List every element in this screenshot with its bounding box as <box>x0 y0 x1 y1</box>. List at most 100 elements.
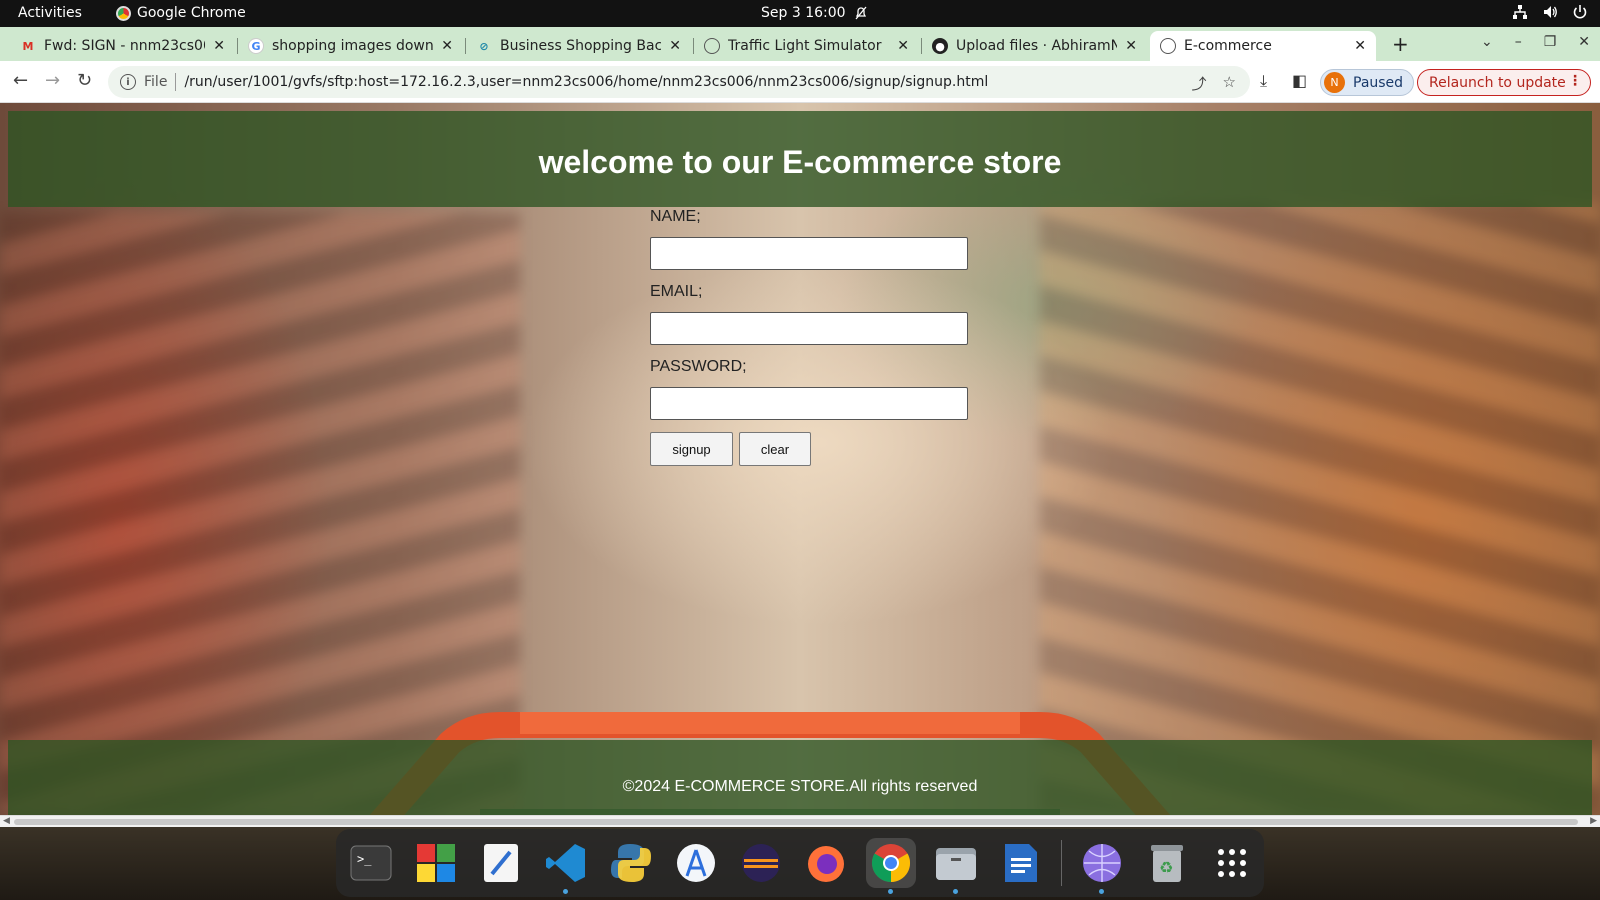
scrollbar-thumb[interactable] <box>14 819 1578 825</box>
site-icon: ⊘ <box>479 39 489 53</box>
address-bar[interactable]: i File /run/user/1001/gvfs/sftp:host=172… <box>108 66 1250 98</box>
tab-traffic-light[interactable]: Traffic Light Simulator ✕ <box>694 31 919 61</box>
close-window-button[interactable]: ✕ <box>1578 34 1590 50</box>
terminal-icon[interactable]: >_ <box>346 838 396 888</box>
avatar: N <box>1324 72 1345 93</box>
system-tray[interactable] <box>1512 4 1588 20</box>
eclipse-icon[interactable] <box>736 838 786 888</box>
running-indicator <box>563 889 568 894</box>
email-input[interactable] <box>650 312 968 345</box>
share-icon[interactable]: ⤴ <box>1192 73 1207 94</box>
page-viewport: welcome to our E-commerce store NAME; EM… <box>0 103 1600 815</box>
profile-status: Paused <box>1353 74 1404 91</box>
notifications-off-icon <box>855 6 867 20</box>
tab-gmail[interactable]: M Fwd: SIGN - nnm23cs006 ✕ <box>10 31 235 61</box>
power-icon <box>1573 5 1587 19</box>
firefox-icon[interactable] <box>801 838 851 888</box>
profile-button[interactable]: N Paused <box>1320 69 1414 96</box>
name-input[interactable] <box>650 237 968 270</box>
files-icon[interactable] <box>931 838 981 894</box>
chrome-icon[interactable] <box>866 838 916 894</box>
maximize-button[interactable]: ❐ <box>1544 34 1557 50</box>
document-icon[interactable] <box>996 838 1046 888</box>
signup-form: NAME; EMAIL; PASSWORD; signup clear <box>650 207 980 466</box>
tab-title: shopping images downl <box>272 38 434 54</box>
download-icon[interactable]: ⤓ <box>1260 71 1267 91</box>
tab-title: Fwd: SIGN - nnm23cs006 <box>44 38 206 54</box>
close-tab-icon[interactable]: ✕ <box>1125 38 1137 54</box>
app-menu[interactable]: Google Chrome <box>116 5 246 21</box>
dock: >_ ♻ <box>336 829 1264 897</box>
globe-app-icon[interactable] <box>1077 838 1127 894</box>
email-label: EMAIL; <box>650 283 703 300</box>
tab-search-icon[interactable]: ⌄ <box>1481 34 1493 50</box>
tab-business-shopping[interactable]: ⊘ Business Shopping Bac ✕ <box>466 31 691 61</box>
globe-icon <box>1160 38 1176 54</box>
dock-separator <box>1061 840 1062 886</box>
menu-dots-icon[interactable]: ⋮ <box>1568 73 1582 89</box>
chrome-icon <box>116 5 131 21</box>
bookmark-star-icon[interactable]: ☆ <box>1223 73 1236 94</box>
scroll-right-icon[interactable]: ▶ <box>1590 816 1597 826</box>
password-label: PASSWORD; <box>650 358 747 375</box>
app-name: Google Chrome <box>137 5 246 21</box>
forward-button[interactable]: → <box>45 70 60 91</box>
tab-title: Traffic Light Simulator <box>728 38 882 54</box>
tab-github-upload[interactable]: ● Upload files · AbhiramN ✕ <box>922 31 1147 61</box>
address-actions: ⤴ ☆ <box>1192 73 1236 94</box>
android-studio-icon[interactable] <box>671 838 721 888</box>
globe-icon <box>704 38 720 54</box>
password-input[interactable] <box>650 387 968 420</box>
info-icon[interactable]: i <box>120 74 136 90</box>
clock-text: Sep 3 16:00 <box>761 5 846 21</box>
page-header: welcome to our E-commerce store <box>8 111 1592 207</box>
close-tab-icon[interactable]: ✕ <box>441 38 453 54</box>
window-controls: ⌄ – ❐ ✕ <box>1481 34 1590 50</box>
page-title: welcome to our E-commerce store <box>538 144 1062 180</box>
vscode-icon[interactable] <box>541 838 591 894</box>
close-tab-icon[interactable]: ✕ <box>1354 38 1366 54</box>
gmail-icon: M <box>22 39 34 53</box>
running-indicator <box>1099 889 1104 894</box>
tab-ecommerce[interactable]: E-commerce ✕ <box>1150 31 1376 61</box>
minimize-button[interactable]: – <box>1515 34 1522 50</box>
svg-text:>_: >_ <box>357 852 372 866</box>
name-label: NAME; <box>650 208 701 225</box>
running-indicator <box>953 889 958 894</box>
relaunch-button[interactable]: Relaunch to update ⋮ <box>1417 69 1591 96</box>
new-tab-button[interactable]: + <box>1392 32 1409 56</box>
horizontal-scrollbar[interactable]: ◀ ▶ <box>0 815 1600 827</box>
reload-button[interactable]: ↻ <box>77 70 92 91</box>
clock[interactable]: Sep 3 16:00 <box>761 5 868 21</box>
tab-title: Upload files · AbhiramN <box>956 38 1118 54</box>
signup-button[interactable]: signup <box>650 432 733 466</box>
close-tab-icon[interactable]: ✕ <box>669 38 681 54</box>
network-icon <box>1513 5 1527 19</box>
tab-strip: M Fwd: SIGN - nnm23cs006 ✕ G shopping im… <box>0 27 1600 61</box>
copyright-text: ©2024 E-COMMERCE STORE.All rights reserv… <box>622 778 978 795</box>
side-panel-icon[interactable]: ◧ <box>1292 71 1307 90</box>
url-text[interactable]: /run/user/1001/gvfs/sftp:host=172.16.2.3… <box>184 74 988 90</box>
scroll-left-icon[interactable]: ◀ <box>3 816 10 826</box>
trash-icon[interactable]: ♻ <box>1142 838 1192 888</box>
running-indicator <box>888 889 893 894</box>
close-tab-icon[interactable]: ✕ <box>213 38 225 54</box>
text-editor-icon[interactable] <box>476 838 526 888</box>
office-icon[interactable] <box>411 838 461 888</box>
tab-title: Business Shopping Bac <box>500 38 662 54</box>
page-footer: ©2024 E-COMMERCE STORE.All rights reserv… <box>8 740 1592 815</box>
clear-button[interactable]: clear <box>739 432 811 466</box>
address-divider <box>175 73 177 91</box>
scheme-label: File <box>144 74 168 90</box>
relaunch-label: Relaunch to update <box>1429 74 1566 91</box>
close-tab-icon[interactable]: ✕ <box>897 38 909 54</box>
app-grid-icon[interactable] <box>1207 838 1257 888</box>
back-button[interactable]: ← <box>13 70 28 91</box>
form-buttons: signup clear <box>650 432 980 466</box>
tab-title: E-commerce <box>1184 38 1272 54</box>
activities-button[interactable]: Activities <box>18 5 82 21</box>
google-icon: G <box>248 38 264 54</box>
tab-google-images[interactable]: G shopping images downl ✕ <box>238 31 463 61</box>
python-icon[interactable] <box>606 838 656 888</box>
browser-toolbar: ← → ↻ i File /run/user/1001/gvfs/sftp:ho… <box>0 61 1600 103</box>
